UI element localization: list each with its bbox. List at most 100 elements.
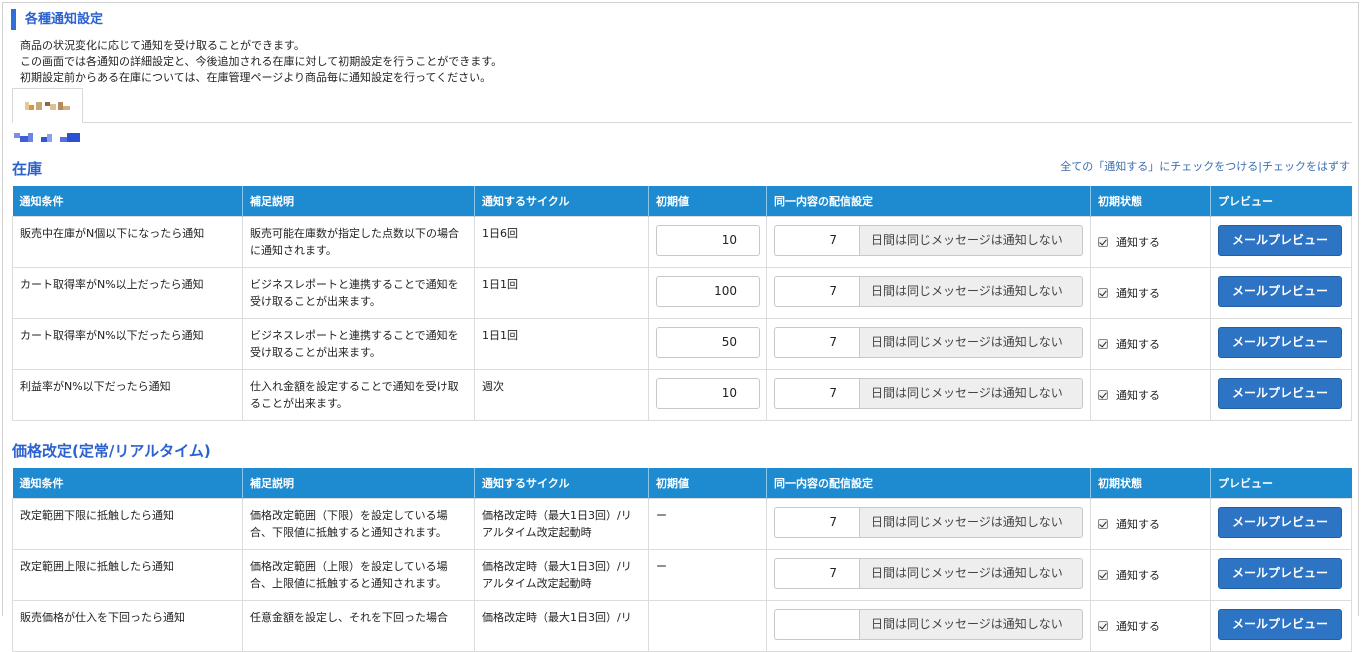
initial-state-cell: 通知する bbox=[1090, 497, 1211, 550]
dedupe-days-suffix: 日間は同じメッセージは通知しない bbox=[859, 557, 1083, 589]
mail-preview-button[interactable]: メールプレビュー bbox=[1218, 377, 1342, 409]
check-all-link[interactable]: 全ての「通知する」にチェックをつける bbox=[1060, 160, 1258, 173]
notify-checkbox[interactable] bbox=[1098, 570, 1108, 580]
notify-checkbox-wrap[interactable]: 通知する bbox=[1098, 336, 1203, 353]
notify-checkbox[interactable] bbox=[1098, 621, 1108, 631]
col-initial-header: 初期値 bbox=[648, 468, 767, 498]
initial-value-input[interactable]: 10 bbox=[656, 377, 760, 409]
preview-cell: メールプレビュー bbox=[1210, 548, 1352, 601]
dedupe-input-group: 7 日間は同じメッセージは通知しない bbox=[774, 377, 1083, 409]
col-description-header: 補足説明 bbox=[242, 468, 475, 498]
notify-checkbox[interactable] bbox=[1098, 390, 1108, 400]
preview-cell: メールプレビュー bbox=[1210, 497, 1352, 550]
condition-cell: 改定範囲下限に抵触したら通知 bbox=[12, 497, 243, 550]
condition-cell: 販売中在庫がN個以下になったら通知 bbox=[12, 215, 243, 268]
initial-value-cell: ー bbox=[648, 497, 767, 550]
initial-value-cell: 10 bbox=[648, 368, 767, 421]
cycle-cell: 価格改定時（最大1日3回）/リ bbox=[474, 599, 649, 652]
intro-text: 商品の状況変化に応じて通知を受け取ることができます。 この画面では各通知の詳細設… bbox=[20, 38, 502, 86]
dedupe-days-input[interactable]: 7 bbox=[774, 506, 859, 538]
condition-cell: カート取得率がN%以上だったら通知 bbox=[12, 266, 243, 319]
condition-cell: 販売価格が仕入を下回ったら通知 bbox=[12, 599, 243, 652]
description-cell: ビジネスレポートと連携することで通知を受け取ることが出来ます。 bbox=[242, 317, 475, 370]
initial-value-input[interactable]: 100 bbox=[656, 275, 760, 307]
mail-preview-button[interactable]: メールプレビュー bbox=[1218, 608, 1342, 640]
initial-value-dash: ー bbox=[656, 559, 667, 573]
description-cell: 価格改定範囲（下限）を設定している場合、下限値に抵触すると通知されます。 bbox=[242, 497, 475, 550]
dedupe-days-input[interactable]: 7 bbox=[774, 377, 859, 409]
table-row: 販売中在庫がN個以下になったら通知 販売可能在庫数が指定した点数以下の場合に通知… bbox=[12, 215, 1352, 268]
uncheck-all-link[interactable]: チェックをはずす bbox=[1262, 160, 1350, 173]
notify-checkbox[interactable] bbox=[1098, 237, 1108, 247]
initial-value-cell bbox=[648, 599, 767, 652]
intro-line: 商品の状況変化に応じて通知を受け取ることができます。 bbox=[20, 39, 305, 52]
intro-line: この画面では各通知の詳細設定と、今後追加される在庫に対して初期設定を行うことがで… bbox=[20, 55, 503, 68]
section-title-stock: 在庫 bbox=[12, 160, 43, 178]
notify-checkbox-wrap[interactable]: 通知する bbox=[1098, 387, 1203, 404]
cycle-cell: 週次 bbox=[474, 368, 649, 421]
initial-state-cell: 通知する bbox=[1090, 215, 1211, 268]
initial-value-cell: 50 bbox=[648, 317, 767, 370]
notify-checkbox[interactable] bbox=[1098, 339, 1108, 349]
col-condition-header: 通知条件 bbox=[12, 468, 243, 498]
initial-state-cell: 通知する bbox=[1090, 548, 1211, 601]
notify-checkbox-wrap[interactable]: 通知する bbox=[1098, 516, 1203, 533]
description-cell: 任意金額を設定し、それを下回った場合 bbox=[242, 599, 475, 652]
section-title-price-revision: 価格改定(定常/リアルタイム) bbox=[12, 442, 211, 460]
cycle-cell: 価格改定時（最大1日3回）/リアルタイム改定起動時 bbox=[474, 548, 649, 601]
preview-cell: メールプレビュー bbox=[1210, 215, 1352, 268]
notify-checkbox-wrap[interactable]: 通知する bbox=[1098, 567, 1203, 584]
table-row: 利益率がN%以下だったら通知 仕入れ金額を設定することで通知を受け取ることが出来… bbox=[12, 368, 1352, 421]
dedupe-days-input[interactable] bbox=[774, 608, 859, 640]
description-cell: 価格改定範囲（上限）を設定している場合、上限値に抵触すると通知されます。 bbox=[242, 548, 475, 601]
tab-active[interactable] bbox=[12, 88, 83, 123]
initial-state-cell: 通知する bbox=[1090, 599, 1211, 652]
notify-checkbox-wrap[interactable]: 通知する bbox=[1098, 285, 1203, 302]
notify-checkbox-label: 通知する bbox=[1116, 235, 1160, 249]
notify-checkbox-label: 通知する bbox=[1116, 568, 1160, 582]
notify-checkbox-label: 通知する bbox=[1116, 517, 1160, 531]
col-preview-header: プレビュー bbox=[1210, 186, 1352, 216]
notify-checkbox-wrap[interactable]: 通知する bbox=[1098, 234, 1203, 251]
description-cell: 仕入れ金額を設定することで通知を受け取ることが出来ます。 bbox=[242, 368, 475, 421]
initial-value-cell: 10 bbox=[648, 215, 767, 268]
col-cycle-header: 通知するサイクル bbox=[474, 186, 649, 216]
condition-cell: 利益率がN%以下だったら通知 bbox=[12, 368, 243, 421]
dedupe-days-input[interactable]: 7 bbox=[774, 326, 859, 358]
mail-preview-button[interactable]: メールプレビュー bbox=[1218, 224, 1342, 256]
initial-value-dash: ー bbox=[656, 508, 667, 522]
preview-cell: メールプレビュー bbox=[1210, 599, 1352, 652]
bulk-actions: 全ての「通知する」にチェックをつける|チェックをはずす bbox=[1060, 158, 1350, 174]
notify-checkbox[interactable] bbox=[1098, 288, 1108, 298]
cycle-cell: 1日1回 bbox=[474, 317, 649, 370]
preview-cell: メールプレビュー bbox=[1210, 266, 1352, 319]
cycle-cell: 1日1回 bbox=[474, 266, 649, 319]
dedupe-days-input[interactable]: 7 bbox=[774, 224, 859, 256]
mail-preview-button[interactable]: メールプレビュー bbox=[1218, 275, 1342, 307]
dedupe-cell: 日間は同じメッセージは通知しない bbox=[766, 599, 1091, 652]
mail-preview-button[interactable]: メールプレビュー bbox=[1218, 506, 1342, 538]
initial-value-cell: ー bbox=[648, 548, 767, 601]
mail-preview-button[interactable]: メールプレビュー bbox=[1218, 557, 1342, 589]
initial-value-input[interactable]: 10 bbox=[656, 224, 760, 256]
dedupe-cell: 7 日間は同じメッセージは通知しない bbox=[766, 215, 1091, 268]
dedupe-input-group: 7 日間は同じメッセージは通知しない bbox=[774, 557, 1083, 589]
col-dedupe-header: 同一内容の配信設定 bbox=[766, 186, 1091, 216]
col-description-header: 補足説明 bbox=[242, 186, 475, 216]
notify-checkbox-wrap[interactable]: 通知する bbox=[1098, 618, 1203, 635]
dedupe-input-group: 日間は同じメッセージは通知しない bbox=[774, 608, 1083, 640]
dedupe-days-suffix: 日間は同じメッセージは通知しない bbox=[859, 506, 1083, 538]
dedupe-days-suffix: 日間は同じメッセージは通知しない bbox=[859, 275, 1083, 307]
dedupe-days-input[interactable]: 7 bbox=[774, 275, 859, 307]
notify-checkbox-label: 通知する bbox=[1116, 619, 1160, 633]
dedupe-input-group: 7 日間は同じメッセージは通知しない bbox=[774, 275, 1083, 307]
description-cell: ビジネスレポートと連携することで通知を受け取ることが出来ます。 bbox=[242, 266, 475, 319]
mail-preview-button[interactable]: メールプレビュー bbox=[1218, 326, 1342, 358]
notify-checkbox-label: 通知する bbox=[1116, 337, 1160, 351]
price-notification-table: 通知条件 補足説明 通知するサイクル 初期値 同一内容の配信設定 初期状態 プレビュー 改定… bbox=[12, 468, 1352, 652]
description-cell: 販売可能在庫数が指定した点数以下の場合に通知されます。 bbox=[242, 215, 475, 268]
dedupe-days-input[interactable]: 7 bbox=[774, 557, 859, 589]
cycle-cell: 価格改定時（最大1日3回）/リアルタイム改定起動時 bbox=[474, 497, 649, 550]
initial-value-input[interactable]: 50 bbox=[656, 326, 760, 358]
notify-checkbox[interactable] bbox=[1098, 519, 1108, 529]
